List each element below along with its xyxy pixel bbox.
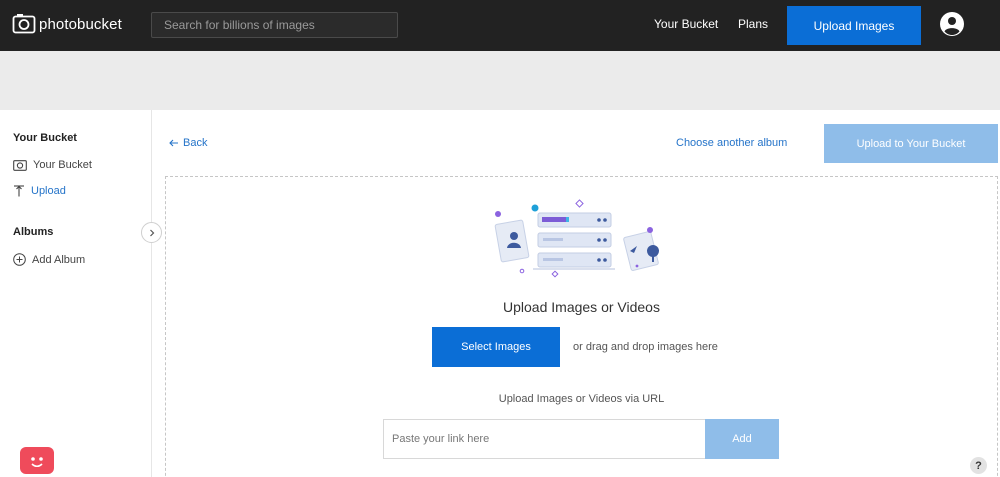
upload-to-bucket-button[interactable]: Upload to Your Bucket [824, 124, 998, 163]
upload-illustration [494, 199, 659, 278]
logo-text: photobucket [39, 15, 122, 33]
back-label: Back [183, 137, 208, 149]
chat-face-icon [31, 457, 43, 468]
upload-icon [14, 185, 24, 197]
bucket-icon [13, 160, 27, 171]
sidebar-heading-albums: Albums [13, 226, 54, 238]
plus-circle-icon [13, 253, 26, 266]
top-navbar: photobucket Your Bucket Plans Upload Ima… [0, 0, 1000, 51]
url-input[interactable] [383, 419, 706, 459]
url-upload-title: Upload Images or Videos via URL [498, 393, 665, 405]
sidebar-item-your-bucket[interactable]: Your Bucket [13, 159, 92, 171]
search-input[interactable] [151, 12, 398, 38]
drag-drop-hint: or drag and drop images here [573, 341, 718, 353]
choose-another-album-link[interactable]: Choose another album [676, 137, 787, 149]
chat-widget-button[interactable] [20, 447, 54, 474]
select-images-button[interactable]: Select Images [432, 327, 560, 367]
arrow-left-icon [169, 139, 178, 147]
chevron-right-icon [149, 229, 154, 236]
help-button[interactable]: ? [970, 457, 987, 474]
camera-logo-icon [12, 14, 36, 34]
add-url-button[interactable]: Add [705, 419, 779, 459]
account-avatar-icon[interactable] [940, 12, 964, 36]
sidebar-heading-bucket: Your Bucket [13, 132, 77, 144]
sidebar-toggle-button[interactable] [141, 222, 162, 243]
sidebar-item-upload[interactable]: Upload [13, 185, 66, 197]
sidebar: Your Bucket Your Bucket Upload Albums Ad… [0, 110, 152, 477]
add-album-button[interactable]: Add Album [13, 253, 85, 266]
photobucket-logo[interactable]: photobucket [12, 13, 122, 35]
upload-title: Upload Images or Videos [503, 299, 660, 315]
back-link[interactable]: Back [169, 137, 207, 149]
banner-area [0, 51, 1000, 110]
nav-your-bucket[interactable]: Your Bucket [654, 17, 718, 31]
add-album-label: Add Album [32, 253, 86, 266]
nav-plans[interactable]: Plans [738, 17, 768, 31]
sidebar-item-label: Your Bucket [33, 159, 92, 171]
sidebar-item-label: Upload [31, 185, 66, 197]
upload-images-button[interactable]: Upload Images [787, 6, 921, 45]
